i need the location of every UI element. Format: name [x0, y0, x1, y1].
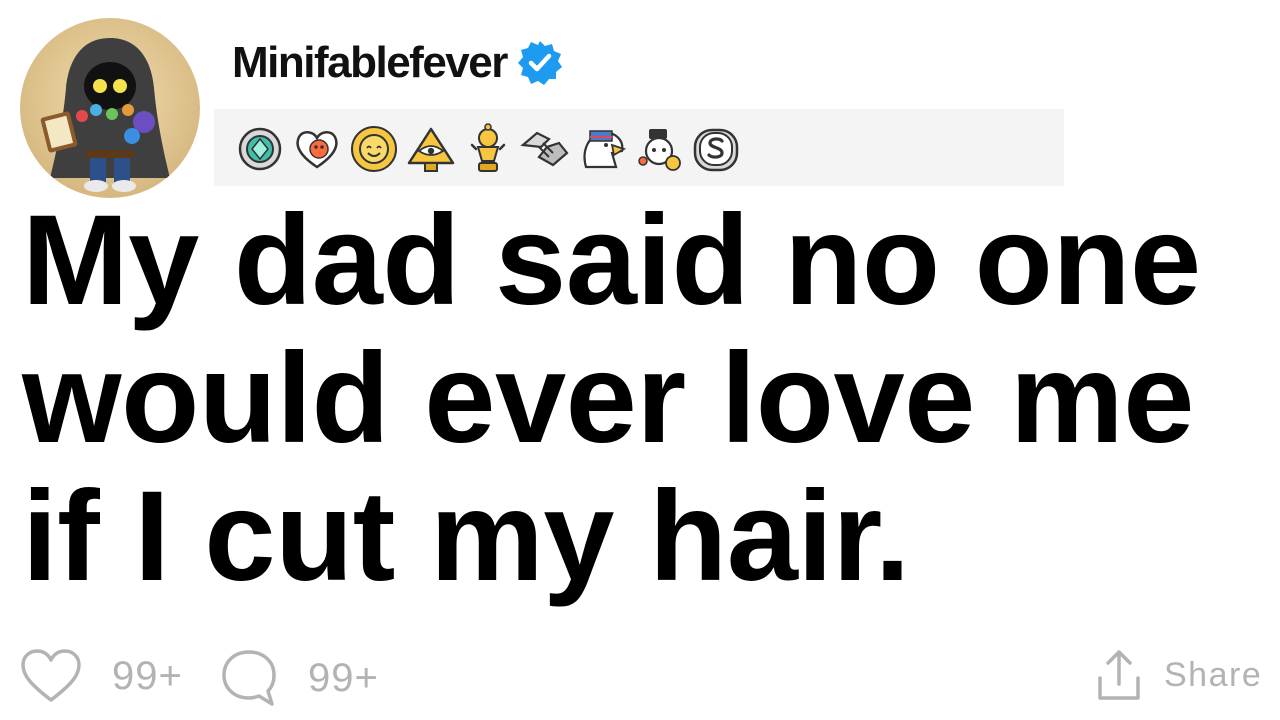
likes-count: 99+ — [112, 653, 183, 698]
heart-snoo-award-icon[interactable] — [291, 123, 343, 175]
post-title-line: if I cut my hair. — [22, 465, 910, 608]
username[interactable]: Minifablefever — [232, 38, 508, 88]
comments-count: 99+ — [308, 655, 379, 700]
smiling-sun-award-icon[interactable] — [348, 123, 400, 175]
share-icon — [1098, 650, 1140, 700]
platinum-gem-award-icon[interactable] — [234, 123, 286, 175]
handshake-award-icon[interactable] — [519, 123, 571, 175]
awards-list — [234, 123, 742, 175]
trophy-snoo-award-icon[interactable] — [462, 123, 514, 175]
eagle-award-icon[interactable] — [576, 123, 628, 175]
share-label: Share — [1164, 655, 1263, 694]
avatar[interactable] — [20, 18, 200, 198]
post-title: My dad said no one would ever love me if… — [22, 192, 1272, 606]
hooded-figure-avatar-icon — [40, 38, 170, 192]
snoo-hat-award-icon[interactable] — [633, 123, 685, 175]
verified-badge-icon — [517, 41, 562, 85]
post-author: Minifablefever — [232, 36, 565, 90]
share-button[interactable]: Share — [1096, 648, 1262, 702]
heart-icon — [21, 649, 81, 702]
like-button[interactable]: 99+ — [20, 648, 183, 704]
post-title-line: My dad said no one — [22, 189, 1201, 332]
post-actions: 99+ 99+ Share — [0, 640, 1280, 716]
awards-bar — [214, 109, 1064, 186]
silver-coin-award-icon[interactable] — [690, 123, 742, 175]
comment-bubble-icon — [222, 650, 276, 706]
post-title-line: would ever love me — [22, 327, 1194, 470]
comment-button[interactable]: 99+ — [220, 648, 379, 708]
pyramid-eye-award-icon[interactable] — [405, 123, 457, 175]
